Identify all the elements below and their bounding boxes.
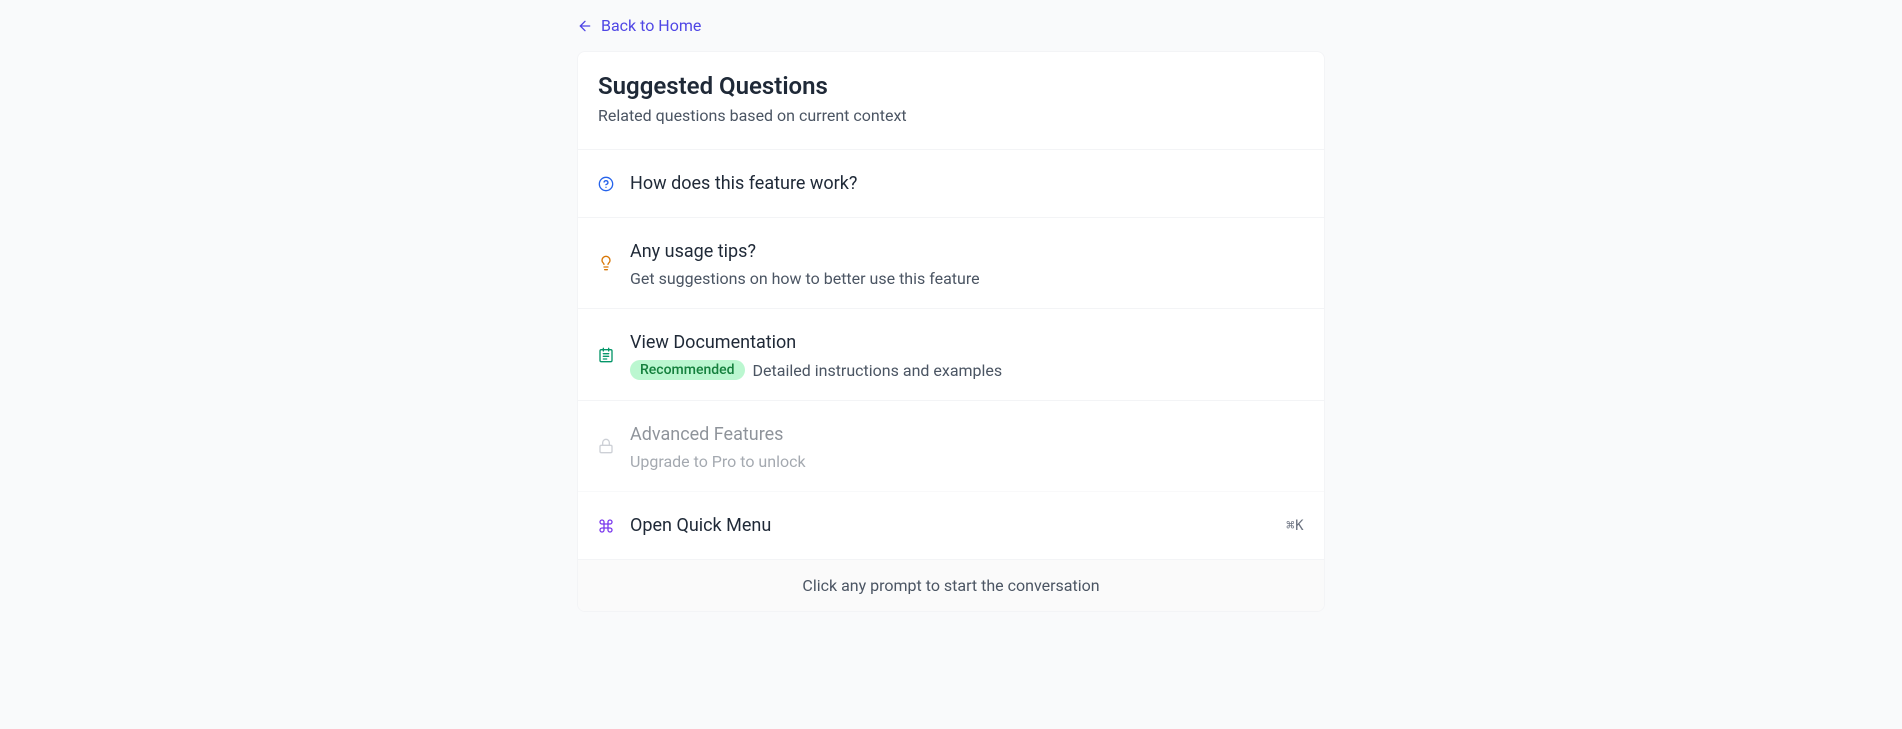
item-description: Detailed instructions and examples: [753, 361, 1003, 380]
question-item-documentation[interactable]: View Documentation Recommended Detailed …: [578, 309, 1324, 401]
item-content: Advanced Features Upgrade to Pro to unlo…: [630, 421, 1304, 471]
help-circle-icon: [598, 176, 614, 192]
item-content: Open Quick Menu: [630, 512, 1270, 539]
command-icon: [598, 518, 614, 534]
item-description: Upgrade to Pro to unlock: [630, 452, 806, 471]
item-content: How does this feature work?: [630, 170, 1304, 197]
question-item-advanced-features: Advanced Features Upgrade to Pro to unlo…: [578, 401, 1324, 492]
file-text-icon: [598, 347, 614, 363]
lock-icon: [598, 438, 614, 454]
card-subtitle: Related questions based on current conte…: [598, 106, 1304, 125]
suggested-questions-card: Suggested Questions Related questions ba…: [577, 51, 1325, 612]
card-title: Suggested Questions: [598, 72, 1304, 100]
item-title: Advanced Features: [630, 421, 1304, 448]
keyboard-shortcut: ⌘K: [1286, 518, 1304, 534]
question-item-how-works[interactable]: How does this feature work?: [578, 150, 1324, 218]
question-item-quick-menu[interactable]: Open Quick Menu ⌘K: [578, 492, 1324, 560]
back-to-home-link[interactable]: Back to Home: [577, 16, 701, 35]
question-item-usage-tips[interactable]: Any usage tips? Get suggestions on how t…: [578, 218, 1324, 309]
lightbulb-icon: [598, 255, 614, 271]
item-title: Open Quick Menu: [630, 512, 1270, 539]
item-content: View Documentation Recommended Detailed …: [630, 329, 1304, 380]
item-description: Get suggestions on how to better use thi…: [630, 269, 980, 288]
arrow-left-icon: [577, 18, 593, 34]
recommended-badge: Recommended: [630, 360, 745, 380]
back-link-label: Back to Home: [601, 16, 701, 35]
item-title: How does this feature work?: [630, 170, 1304, 197]
item-title: View Documentation: [630, 329, 1304, 356]
item-content: Any usage tips? Get suggestions on how t…: [630, 238, 1304, 288]
item-title: Any usage tips?: [630, 238, 1304, 265]
card-header: Suggested Questions Related questions ba…: [578, 52, 1324, 150]
card-footer: Click any prompt to start the conversati…: [578, 560, 1324, 611]
